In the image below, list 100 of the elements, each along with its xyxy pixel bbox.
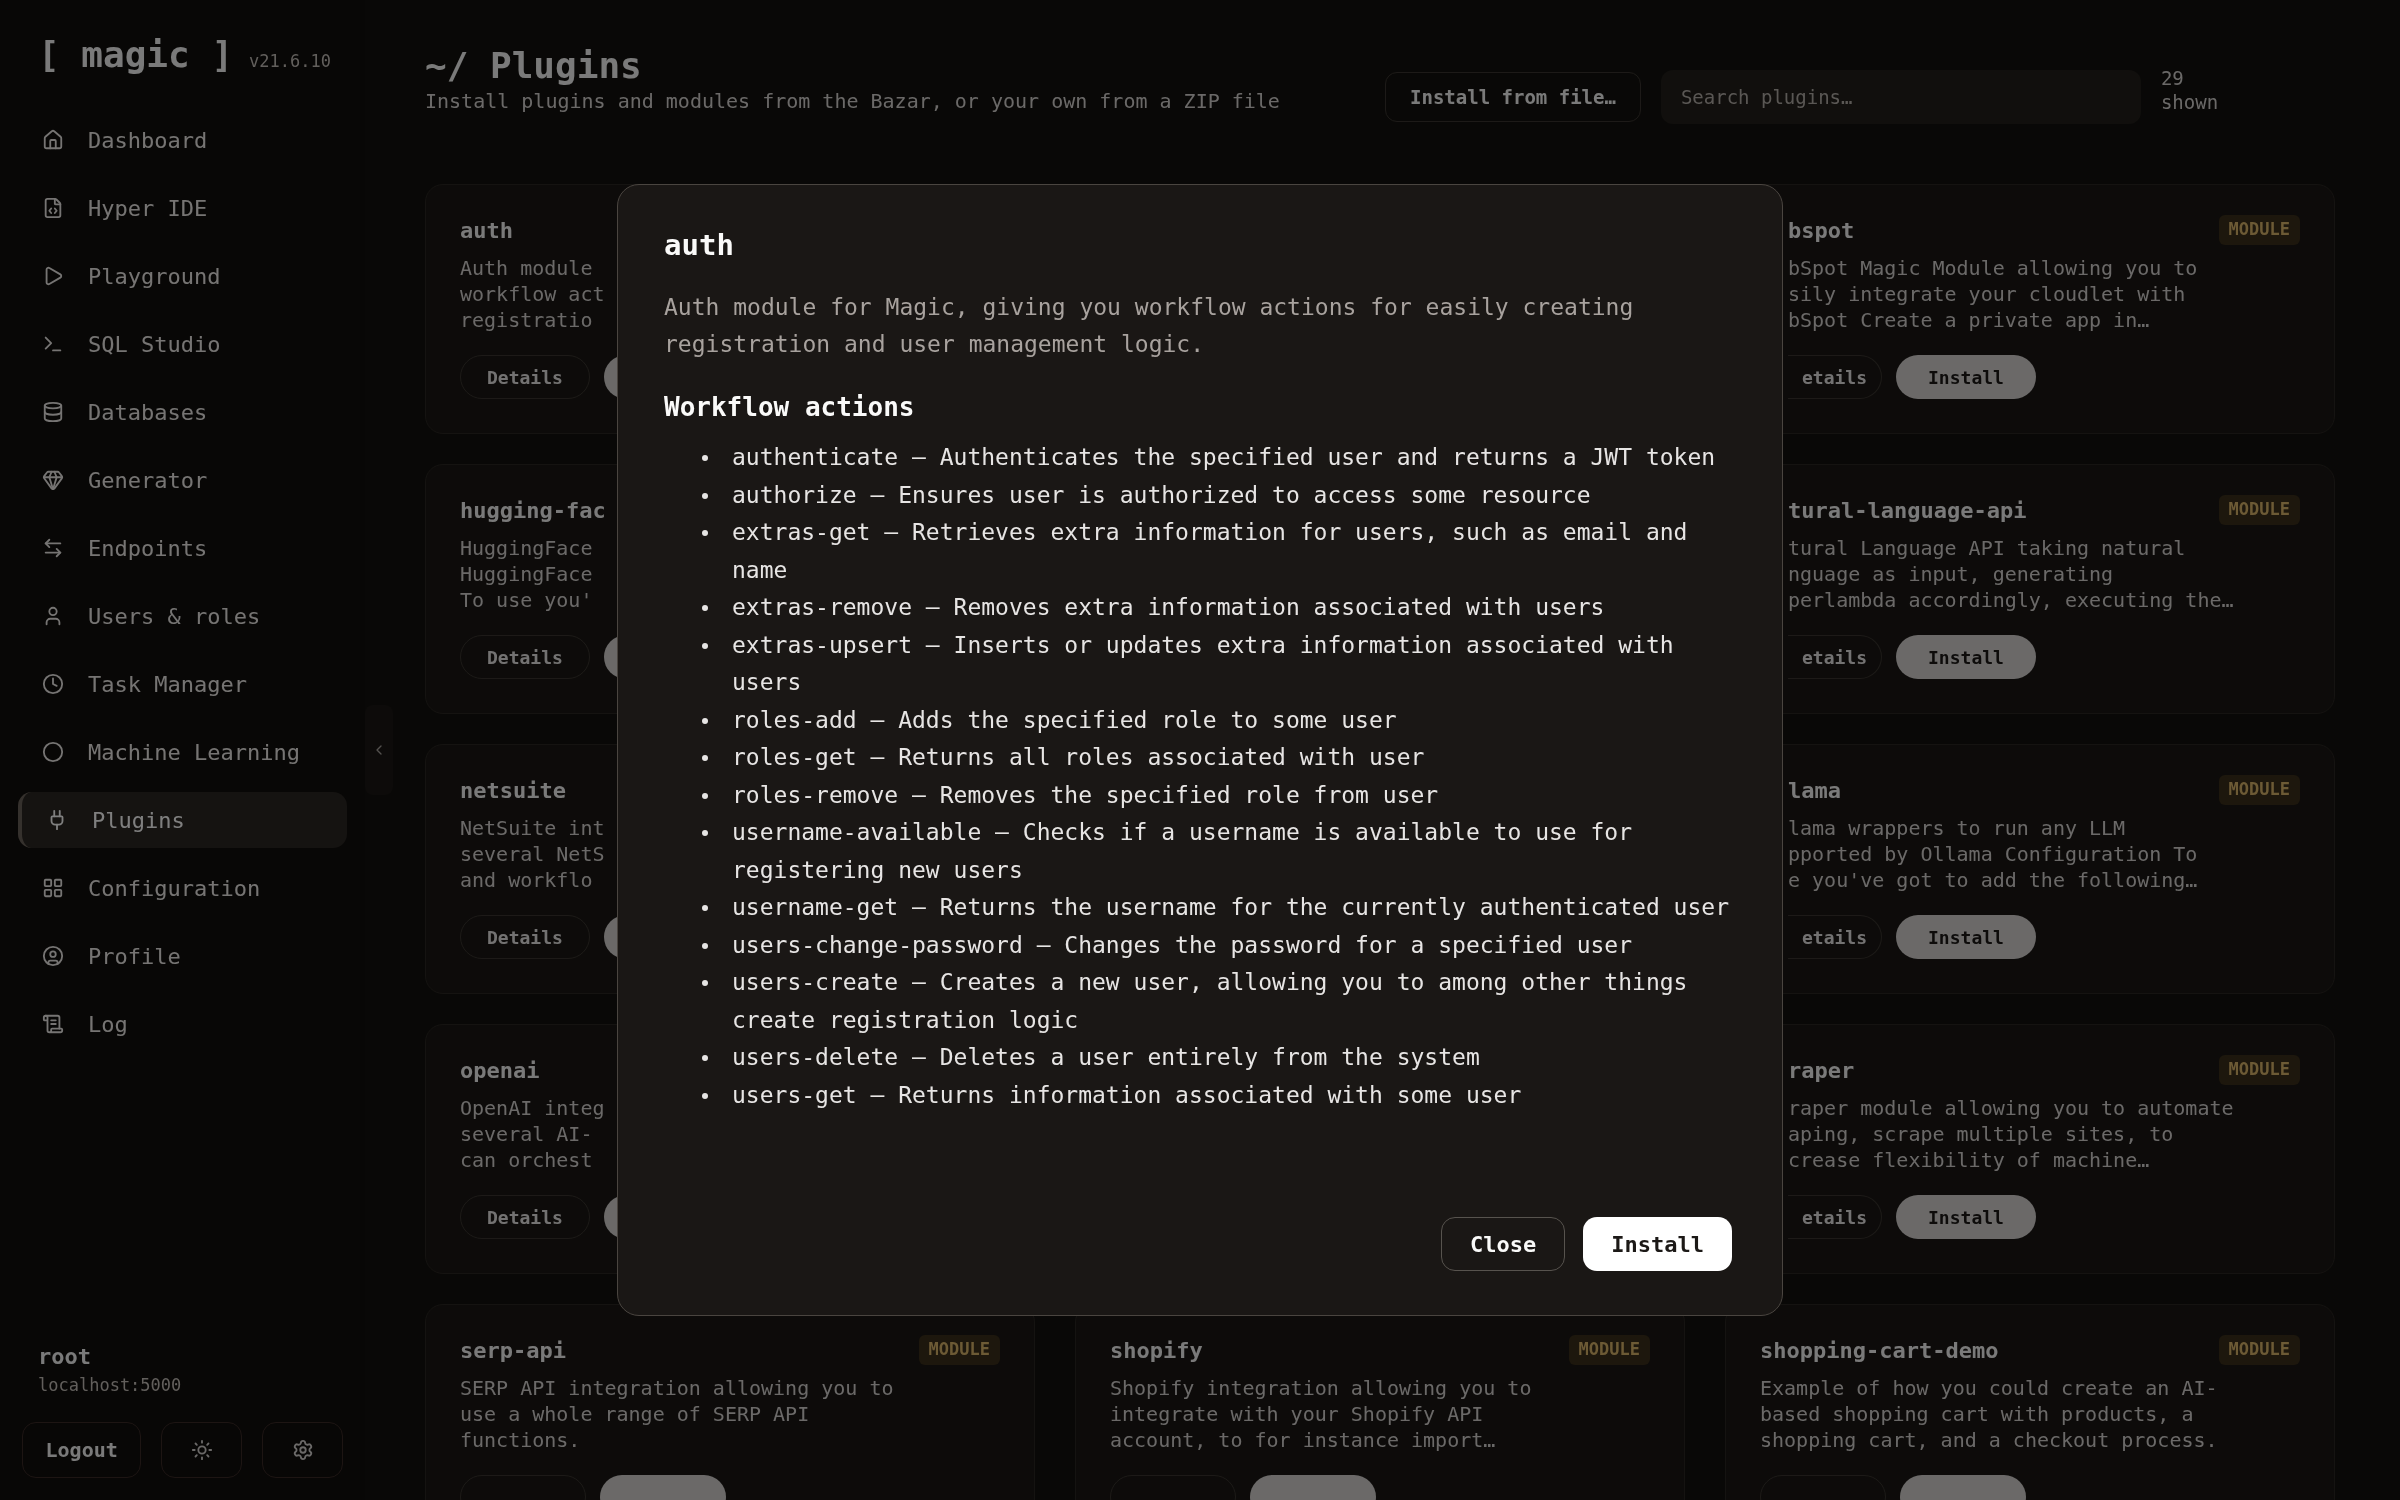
file-icon <box>42 197 64 219</box>
plugin-description-line: Example of how you could create an AI- <box>1760 1375 2218 1401</box>
plugin-description-line: To use you' <box>460 587 593 613</box>
nav-item[interactable]: SQL Studio <box>18 316 347 372</box>
plugin-description-line: HuggingFace <box>460 535 593 561</box>
action-item: authenticate – Authenticates the specified user and returns a JWT token <box>732 443 1716 472</box>
user-name: root <box>38 1342 92 1371</box>
nav-item[interactable]: Hyper IDE <box>18 180 347 236</box>
logout-button[interactable]: Logout <box>22 1422 142 1478</box>
plugin-description-line: Auth module <box>460 255 593 281</box>
nav-item[interactable]: Databases <box>18 384 347 440</box>
scroll-icon <box>42 1013 64 1035</box>
plugin-description-line: crease flexibility of machine… <box>1788 1147 2150 1173</box>
plugin-description-line: registratio <box>460 307 593 333</box>
plugin-description-line: aping, scrape multiple sites, to <box>1788 1121 2174 1147</box>
bullet-icon <box>702 717 708 724</box>
plugin-description-line: NetSuite int <box>460 815 605 841</box>
plugin-description-line: sily integrate your cloudlet with <box>1788 281 2186 307</box>
plugin-description-line: SERP API integration allowing you to <box>460 1375 894 1401</box>
gear-icon <box>291 1439 314 1461</box>
plugin-description-line: based shopping cart with products, a <box>1760 1401 2194 1427</box>
circle-icon <box>42 741 64 763</box>
module-badge: MODULE <box>2218 775 2300 805</box>
plugin-description-line: perlambda accordingly, executing the… <box>1788 587 2234 613</box>
page-title: ~/ Plugins <box>425 44 643 88</box>
bullet-icon <box>702 530 708 536</box>
bullet-icon <box>702 492 708 499</box>
bullet-icon <box>702 942 708 949</box>
plugin-name: hugging-fac <box>460 496 606 525</box>
dialog-description: Auth module for Magic, giving you workflow actions for easily creating registration and user management logic. <box>664 293 1635 359</box>
bullet-icon <box>702 605 708 611</box>
plugin-description-line: shopping cart, and a checkout process. <box>1760 1427 2218 1453</box>
section-heading: Workflow actions <box>664 391 916 424</box>
plugin-name: lama <box>1788 776 1841 805</box>
plugin-name: tural-language-api <box>1788 496 2027 525</box>
version-label: v21.6.10 <box>249 50 331 73</box>
action-item: username-get – Returns the username for the currently authenticated user <box>732 893 1729 922</box>
plugin-description-line: OpenAI integ <box>460 1095 605 1121</box>
dialog-title: auth <box>664 227 735 264</box>
plugin-description-line: bSpot Magic Module allowing you to <box>1788 255 2198 281</box>
module-badge: MODULE <box>2218 1335 2300 1365</box>
action-item: users-delete – Deletes a user entirely from the system <box>732 1043 1480 1072</box>
plugin-description-line: several AI- <box>460 1121 593 1147</box>
plugin-description-line: workflow act <box>460 281 605 307</box>
module-badge: MODULE <box>2218 1055 2300 1085</box>
plugin-description-line: several NetS <box>460 841 605 867</box>
bullet-icon <box>702 830 708 836</box>
plugin-description-line: Shopify integration allowing you to <box>1110 1375 1532 1401</box>
install-button[interactable]: Install <box>1896 1195 2036 1239</box>
nav-item[interactable]: Users & roles <box>18 588 347 644</box>
action-item: extras-remove – Removes extra information associated with users <box>732 593 1605 622</box>
nav-item[interactable]: Configuration <box>18 860 347 916</box>
plugin-name: serp-api <box>460 1336 566 1365</box>
settings-button[interactable] <box>262 1422 343 1478</box>
sun-icon <box>190 1439 213 1461</box>
nav-item[interactable]: Task Manager <box>18 656 347 712</box>
nav-item[interactable]: Endpoints <box>18 520 347 576</box>
clock-icon <box>42 673 64 695</box>
plugin-description-line: nguage as input, generating <box>1788 561 2114 587</box>
install-button[interactable]: Install <box>1583 1217 1732 1271</box>
plugin-description-line: bSpot Create a private app in… <box>1788 307 2150 333</box>
action-item: roles-get – Returns all roles associated with user <box>732 743 1425 772</box>
plugin-description-line: HuggingFace <box>460 561 593 587</box>
grid-icon <box>42 877 64 899</box>
module-badge: MODULE <box>918 1335 1000 1365</box>
plugin-name: netsuite <box>460 776 566 805</box>
install-button[interactable]: Install <box>1896 355 2036 399</box>
plugin-name: bspot <box>1788 216 1855 245</box>
arrows-icon <box>42 537 64 559</box>
nav-item[interactable]: Playground <box>18 248 347 304</box>
action-item: users-change-password – Changes the password for a specified user <box>732 930 1633 960</box>
install-from-file-button[interactable]: Install from file… <box>1385 72 1641 122</box>
plugin-description-line: raper module allowing you to automate <box>1788 1095 2234 1121</box>
action-item: roles-remove – Removes the specified role from user <box>732 780 1439 810</box>
nav-item[interactable]: Plugins <box>18 792 347 848</box>
close-button[interactable]: Close <box>1441 1217 1566 1271</box>
plugin-name: auth <box>460 216 513 245</box>
plugin-description-line: and workflo <box>460 867 593 893</box>
gem-icon <box>42 469 64 491</box>
install-button[interactable]: Install <box>1896 635 2036 679</box>
bullet-icon <box>702 1055 708 1061</box>
shown-count: 29 shown <box>2160 66 2220 114</box>
nav-item[interactable]: Machine Learning <box>18 724 347 780</box>
house-icon <box>42 129 64 151</box>
bullet-icon <box>702 905 708 911</box>
nav-item[interactable]: Profile <box>18 928 347 984</box>
module-badge: MODULE <box>1568 1335 1650 1365</box>
nav-item[interactable]: Log <box>18 996 347 1052</box>
plugin-description-line: functions. <box>460 1427 581 1453</box>
search-field[interactable]: Search plugins… <box>1660 70 2141 124</box>
install-button[interactable]: Install <box>1896 915 2036 959</box>
nav-item[interactable]: Dashboard <box>18 112 347 168</box>
database-icon <box>42 401 64 423</box>
nav-item[interactable]: Generator <box>18 452 347 508</box>
plugin-description-line: lama wrappers to run any LLM <box>1788 815 2126 841</box>
collapse-handle[interactable] <box>365 705 393 795</box>
module-badge: MODULE <box>2218 215 2300 245</box>
plugin-name: shopify <box>1110 1336 1203 1365</box>
action-item: users-get – Returns information associated with some user <box>732 1080 1522 1110</box>
page-subtitle: Install plugins and modules from the Bazar, or your own from a ZIP file <box>425 88 1281 114</box>
